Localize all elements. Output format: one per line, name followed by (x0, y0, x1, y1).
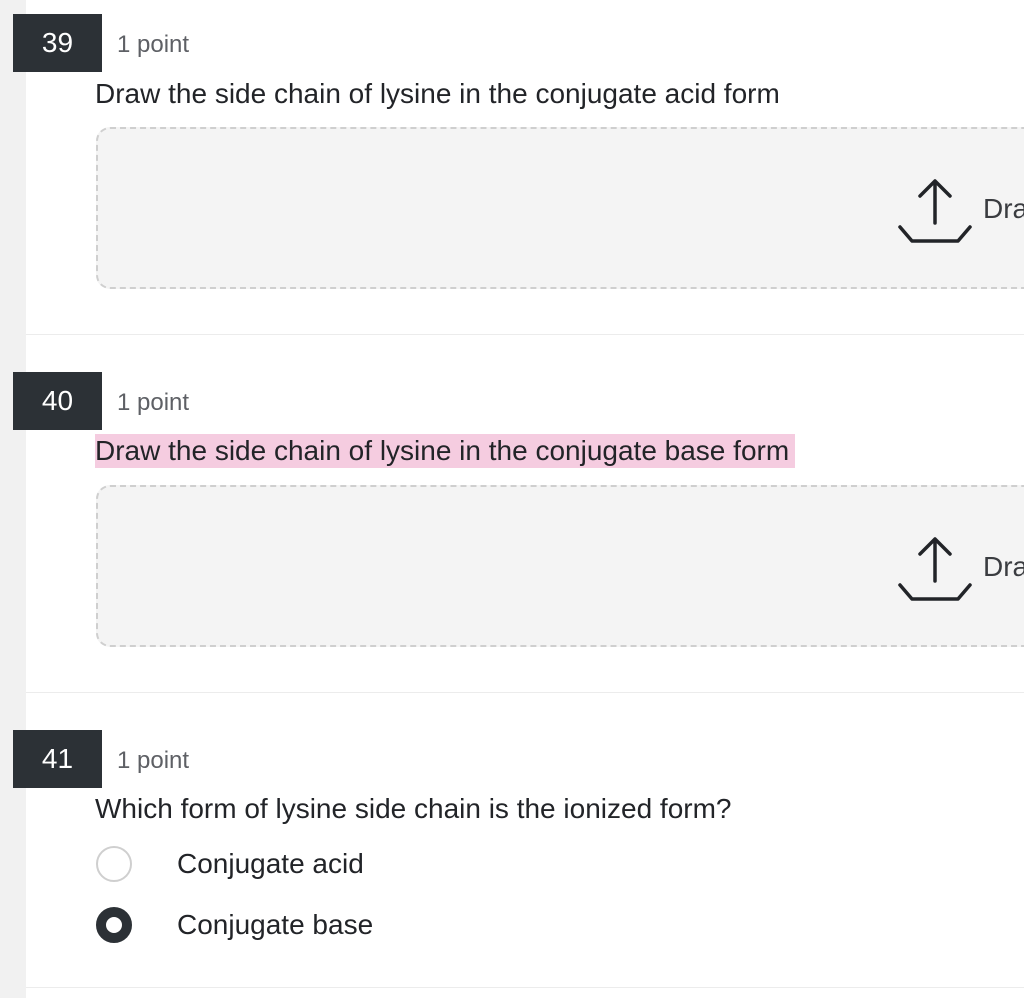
option-conjugate-acid[interactable]: Conjugate acid (95, 845, 415, 885)
upload-label: Dra (983, 193, 1024, 224)
file-upload-dropzone[interactable]: Dra (96, 127, 1024, 289)
question-points: 1 point (117, 389, 190, 416)
option-label: Conjugate acid (177, 848, 364, 879)
radio-button-unselected[interactable] (96, 846, 132, 882)
option-conjugate-base[interactable]: Conjugate base (95, 906, 415, 946)
question-points: 1 point (117, 747, 190, 774)
question-number: 41 (13, 730, 102, 788)
radio-button-selected[interactable] (96, 907, 132, 943)
upload-icon (898, 179, 972, 243)
left-rail (0, 0, 26, 998)
question-prompt: Draw the side chain of lysine in the con… (95, 434, 796, 468)
question-39: 39 1 point Draw the side chain of lysine… (13, 0, 1024, 335)
question-40: 40 1 point Draw the side chain of lysine… (13, 334, 1024, 693)
option-label: Conjugate base (177, 909, 374, 940)
question-prompt: Which form of lysine side chain is the i… (95, 793, 732, 824)
question-number: 39 (13, 14, 102, 72)
question-prompt: Draw the side chain of lysine in the con… (95, 78, 780, 109)
upload-icon (898, 537, 972, 601)
question-number: 40 (13, 372, 102, 430)
file-upload-dropzone[interactable]: Dra (96, 485, 1024, 647)
question-points: 1 point (117, 31, 190, 58)
question-41: 41 1 point Which form of lysine side cha… (13, 692, 1024, 988)
upload-label: Dra (983, 551, 1024, 582)
